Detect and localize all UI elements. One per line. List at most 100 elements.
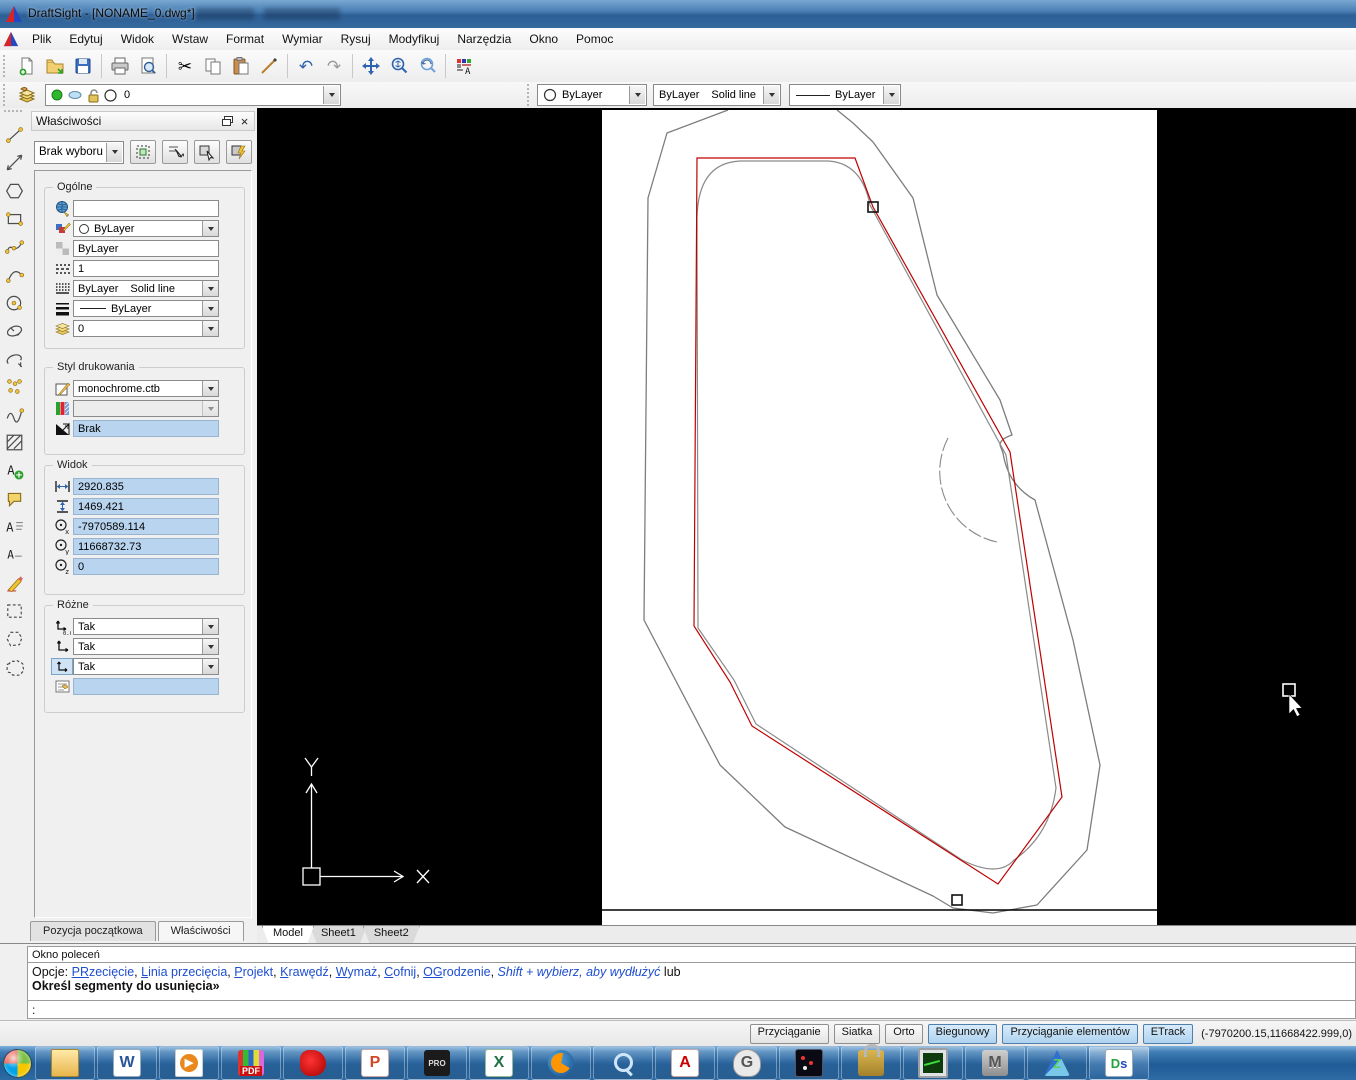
print-preview-button[interactable] bbox=[134, 52, 162, 80]
cmd-option-pr[interactable]: PRzecięcie bbox=[72, 965, 135, 979]
undo-button[interactable]: ↶ bbox=[292, 52, 320, 80]
taskbar-draftsight[interactable]: Ds bbox=[1089, 1046, 1149, 1080]
taskbar-proapp[interactable]: PRO bbox=[407, 1046, 467, 1080]
cmd-option-l[interactable]: Linia przecięcia bbox=[141, 965, 227, 979]
taskbar-firefox[interactable] bbox=[531, 1046, 591, 1080]
taskbar-excel[interactable]: X bbox=[469, 1046, 529, 1080]
save-button[interactable] bbox=[69, 52, 97, 80]
menu-modyfikuj[interactable]: Modyfikuj bbox=[380, 29, 449, 49]
taskbar-search[interactable] bbox=[593, 1046, 653, 1080]
select-rectangle-tool[interactable] bbox=[1, 596, 27, 624]
select-window-button[interactable] bbox=[194, 140, 220, 164]
status-przyciąganie-elementów[interactable]: Przyciąganie elementów bbox=[1002, 1024, 1137, 1044]
ucs-origin-dropdown[interactable] bbox=[202, 619, 218, 634]
status-biegunowy[interactable]: Biegunowy bbox=[928, 1024, 998, 1044]
layer-combo-dropdown[interactable] bbox=[323, 86, 339, 104]
status-etrack[interactable]: ETrack bbox=[1143, 1024, 1193, 1044]
cmd-option-p[interactable]: Projekt bbox=[234, 965, 273, 979]
taskbar-lockapp[interactable] bbox=[841, 1046, 901, 1080]
status-orto[interactable]: Orto bbox=[885, 1024, 922, 1044]
command-window-header[interactable]: Okno poleceń bbox=[27, 946, 1356, 963]
lineweight-combo-dropdown[interactable] bbox=[883, 86, 899, 104]
taskbar-monitor[interactable] bbox=[903, 1046, 963, 1080]
pan-button[interactable] bbox=[357, 52, 385, 80]
transparency-field[interactable]: ByLayer bbox=[73, 240, 219, 257]
layers-manager-button[interactable] bbox=[13, 81, 41, 109]
highlight-entities-button[interactable] bbox=[162, 140, 188, 164]
menu-format[interactable]: Format bbox=[217, 29, 273, 49]
linestyle-field[interactable]: ByLayerSolid line bbox=[73, 280, 219, 297]
properties-panel-header[interactable]: Właściwości × bbox=[31, 111, 255, 131]
taskbar-gimp[interactable]: G bbox=[717, 1046, 777, 1080]
ucs-view-field[interactable]: Tak bbox=[73, 658, 219, 675]
properties-toggle-button[interactable]: A bbox=[450, 52, 478, 80]
menu-edytuj[interactable]: Edytuj bbox=[60, 29, 111, 49]
tab-model[interactable]: Model bbox=[262, 926, 314, 944]
line-tool[interactable] bbox=[1, 120, 27, 148]
zoom-dynamic-button[interactable] bbox=[385, 52, 413, 80]
taskbar-autocad[interactable]: A bbox=[655, 1046, 715, 1080]
close-panel-icon[interactable]: × bbox=[237, 114, 252, 128]
tab-sheet2[interactable]: Sheet2 bbox=[363, 926, 420, 944]
tab-start-position[interactable]: Pozycja początkowa bbox=[30, 921, 156, 941]
print-style-table-field[interactable]: monochrome.ctb bbox=[73, 380, 219, 397]
layer-field-dropdown[interactable] bbox=[202, 321, 218, 336]
status-siatka[interactable]: Siatka bbox=[834, 1024, 881, 1044]
line-style-combo[interactable]: ByLayer Solid line bbox=[653, 84, 781, 106]
cmd-option-k[interactable]: Krawędź bbox=[280, 965, 329, 979]
toolbar-grip[interactable] bbox=[527, 84, 534, 106]
float-panel-icon[interactable] bbox=[220, 114, 235, 128]
taskbar-zapp[interactable]: Z bbox=[1027, 1046, 1087, 1080]
annotation-tool[interactable]: A bbox=[1, 456, 27, 484]
print-button[interactable] bbox=[106, 52, 134, 80]
note-tool[interactable] bbox=[1, 484, 27, 512]
menu-narzędzia[interactable]: Narzędzia bbox=[448, 29, 520, 49]
freehand-tool[interactable] bbox=[1, 400, 27, 428]
taskbar-mapp[interactable]: M bbox=[965, 1046, 1025, 1080]
linestyle-field-dropdown[interactable] bbox=[202, 281, 218, 296]
hyperlink-field[interactable] bbox=[73, 200, 219, 217]
layer-field[interactable]: 0 bbox=[73, 320, 219, 337]
drawing-canvas[interactable] bbox=[257, 108, 1356, 925]
ucs-view-dropdown[interactable] bbox=[202, 659, 218, 674]
select-cloud-tool[interactable] bbox=[1, 652, 27, 680]
start-button[interactable] bbox=[0, 1046, 34, 1080]
new-file-button[interactable] bbox=[13, 52, 41, 80]
active-layer-combo[interactable]: 0 bbox=[45, 84, 341, 106]
select-entities-button[interactable] bbox=[130, 140, 156, 164]
toolbar-grip[interactable] bbox=[3, 84, 10, 106]
command-input[interactable]: : bbox=[27, 1001, 1356, 1019]
text-tool[interactable]: A bbox=[1, 512, 27, 540]
menu-wstaw[interactable]: Wstaw bbox=[163, 29, 217, 49]
infinite-line-tool[interactable] bbox=[1, 148, 27, 176]
tab-sheet1[interactable]: Sheet1 bbox=[310, 926, 367, 944]
cmd-option-og[interactable]: OGrodzenie bbox=[423, 965, 490, 979]
selection-combo[interactable]: Brak wyboru bbox=[34, 141, 124, 164]
ucs-origin-field[interactable]: Tak bbox=[73, 618, 219, 635]
taskbar-pdf[interactable]: PDF bbox=[221, 1046, 281, 1080]
simple-note-tool[interactable]: A bbox=[1, 540, 27, 568]
color-combo-dropdown[interactable] bbox=[629, 86, 645, 104]
menu-wymiar[interactable]: Wymiar bbox=[273, 29, 332, 49]
ellipse-arc-tool[interactable] bbox=[1, 344, 27, 372]
taskbar-explorer[interactable] bbox=[35, 1046, 95, 1080]
cmd-option-c[interactable]: Cofnij bbox=[384, 965, 416, 979]
sketch-tool[interactable] bbox=[1, 568, 27, 596]
format-painter-button[interactable] bbox=[255, 52, 283, 80]
lineweight-field-dropdown[interactable] bbox=[202, 301, 218, 316]
cmd-option-w[interactable]: Wymaż bbox=[336, 965, 378, 979]
ellipse-tool[interactable] bbox=[1, 316, 27, 344]
toolbar-grip[interactable] bbox=[3, 55, 10, 77]
hatch-tool[interactable] bbox=[1, 428, 27, 456]
open-file-button[interactable] bbox=[41, 52, 69, 80]
palette-grip[interactable] bbox=[4, 110, 22, 118]
line-weight-combo[interactable]: ByLayer bbox=[789, 84, 901, 106]
color-field-dropdown[interactable] bbox=[202, 221, 218, 236]
taskbar-powerpoint[interactable]: P bbox=[345, 1046, 405, 1080]
rectangle-tool[interactable] bbox=[1, 204, 27, 232]
menu-rysuj[interactable]: Rysuj bbox=[332, 29, 380, 49]
ucs-axes-dropdown[interactable] bbox=[202, 639, 218, 654]
status-przyciąganie[interactable]: Przyciąganie bbox=[750, 1024, 829, 1044]
menu-pomoc[interactable]: Pomoc bbox=[567, 29, 622, 49]
menu-plik[interactable]: Plik bbox=[23, 29, 60, 49]
